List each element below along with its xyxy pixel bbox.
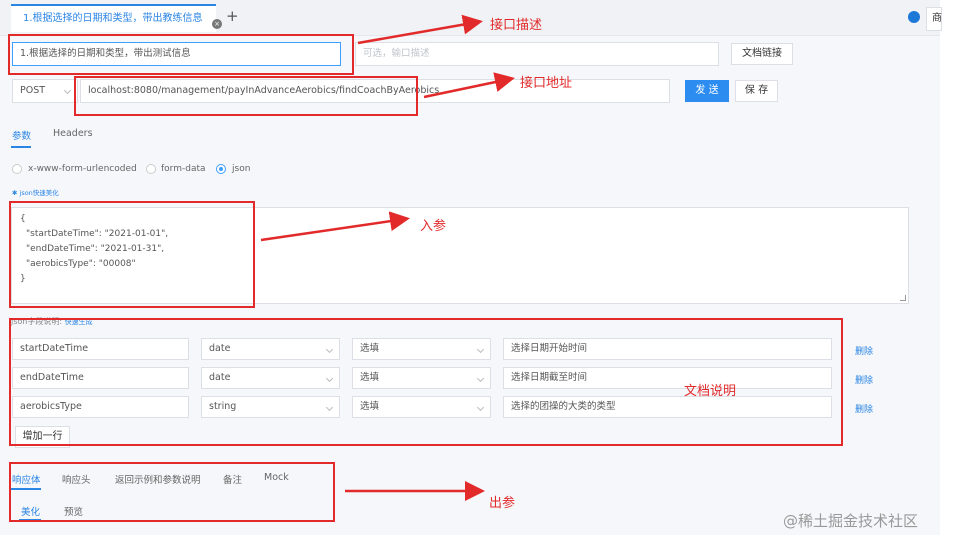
arrow-to-url-label [423, 72, 515, 99]
watermark: @稀土掘金技术社区 [783, 512, 919, 530]
annotation-arrows [260, 14, 515, 501]
annotation-output-params: 出参 [489, 496, 516, 511]
arrow-to-input-label [260, 211, 410, 242]
annotation-api-url: 接口地址 [520, 76, 573, 91]
annotation-input-params: 入参 [420, 219, 447, 234]
annotation-doc: 文档说明 [684, 384, 737, 399]
arrow-to-description-label [357, 14, 483, 45]
annotation-api-desc: 接口描述 [490, 18, 543, 33]
